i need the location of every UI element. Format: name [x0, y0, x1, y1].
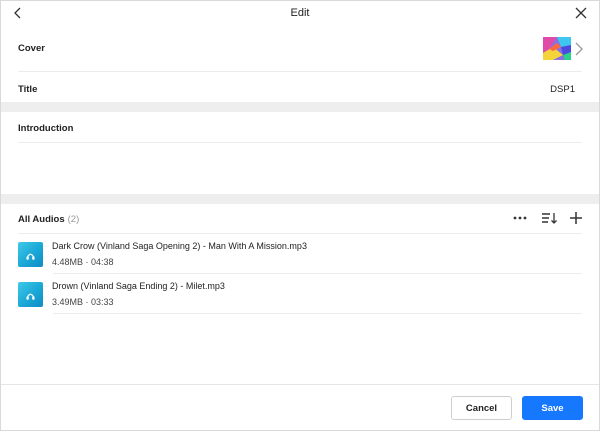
- divider: [18, 142, 582, 143]
- close-icon[interactable]: [575, 7, 587, 19]
- sort-icon[interactable]: [541, 211, 557, 225]
- audio-file-meta: 4.48MB · 04:38: [52, 257, 114, 267]
- chevron-right-icon[interactable]: [573, 41, 585, 57]
- dialog-header: Edit: [1, 1, 599, 27]
- audio-list-item[interactable]: Dark Crow (Vinland Saga Opening 2) - Man…: [18, 237, 592, 273]
- dialog-title: Edit: [290, 7, 310, 19]
- audio-file-icon: [18, 242, 43, 267]
- divider: [53, 313, 582, 314]
- audio-file-meta: 3.49MB · 03:33: [52, 297, 114, 307]
- introduction-textarea[interactable]: [18, 146, 582, 188]
- cover-thumbnail[interactable]: [543, 37, 571, 60]
- divider: [18, 233, 582, 234]
- audio-file-icon: [18, 282, 43, 307]
- more-icon[interactable]: [512, 212, 528, 224]
- all-audios-heading: All Audios (2): [18, 214, 79, 225]
- section-separator: [1, 194, 599, 204]
- section-separator: [1, 102, 599, 112]
- cover-label: Cover: [18, 43, 45, 54]
- footer-divider: [1, 384, 599, 385]
- save-button[interactable]: Save: [522, 396, 583, 420]
- edit-dialog: Edit Cover Title DSP1 Introduction All A…: [0, 0, 600, 431]
- audio-list-item[interactable]: Drown (Vinland Saga Ending 2) - Milet.mp…: [18, 277, 592, 313]
- audio-file-name: Drown (Vinland Saga Ending 2) - Milet.mp…: [52, 281, 225, 291]
- title-label: Title: [18, 84, 38, 95]
- all-audios-label: All Audios: [18, 214, 65, 225]
- audio-file-name: Dark Crow (Vinland Saga Opening 2) - Man…: [52, 241, 307, 251]
- audio-count: (2): [67, 214, 80, 225]
- divider: [53, 273, 582, 274]
- title-value[interactable]: DSP1: [550, 84, 575, 95]
- introduction-label: Introduction: [18, 123, 74, 134]
- add-icon[interactable]: [568, 210, 584, 226]
- divider: [18, 71, 582, 72]
- cancel-button[interactable]: Cancel: [451, 396, 512, 420]
